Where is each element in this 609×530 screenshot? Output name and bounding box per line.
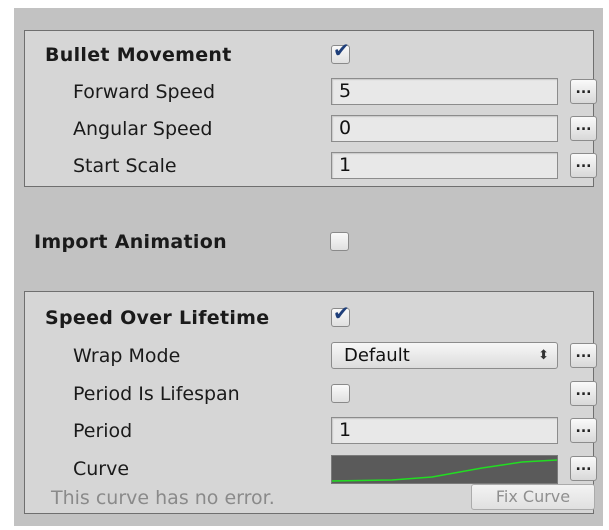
- wrap-mode-label: Wrap Mode: [73, 345, 181, 367]
- bullet-movement-header: Bullet Movement ✔: [25, 39, 593, 69]
- curve-line: [332, 459, 557, 482]
- angular-speed-label: Angular Speed: [73, 118, 213, 140]
- forward-speed-row: Forward Speed 5 ...: [25, 76, 597, 106]
- period-label: Period: [73, 420, 133, 442]
- curve-label: Curve: [73, 458, 130, 480]
- wrap-mode-more-button[interactable]: ...: [570, 343, 597, 368]
- period-is-lifespan-toggle[interactable]: [331, 384, 350, 403]
- forward-speed-label: Forward Speed: [73, 81, 216, 103]
- start-scale-more-button[interactable]: ...: [570, 153, 597, 178]
- angular-speed-input[interactable]: 0: [331, 115, 558, 142]
- speed-over-lifetime-header: Speed Over Lifetime ✔: [25, 302, 593, 332]
- period-is-lifespan-label: Period Is Lifespan: [73, 383, 240, 405]
- canvas: Bullet Movement ✔ Forward Speed 5 ... An…: [0, 0, 609, 530]
- bullet-movement-title: Bullet Movement: [45, 44, 232, 66]
- import-animation-row: Import Animation: [24, 226, 594, 258]
- curve-field[interactable]: [331, 455, 558, 484]
- forward-speed-more-button[interactable]: ...: [570, 79, 597, 104]
- start-scale-label: Start Scale: [73, 155, 177, 177]
- curve-status-text: This curve has no error.: [51, 487, 275, 509]
- fix-curve-button[interactable]: Fix Curve: [471, 484, 595, 510]
- speed-over-lifetime-toggle[interactable]: ✔: [331, 303, 350, 327]
- start-scale-input[interactable]: 1: [331, 152, 558, 179]
- bullet-movement-section: Bullet Movement ✔ Forward Speed 5 ... An…: [24, 30, 597, 187]
- bullet-movement-toggle[interactable]: ✔: [331, 40, 350, 64]
- inspector-panel: Bullet Movement ✔ Forward Speed 5 ... An…: [14, 8, 603, 526]
- import-animation-toggle[interactable]: [330, 232, 349, 251]
- angular-speed-more-button[interactable]: ...: [570, 116, 597, 141]
- period-is-lifespan-more-button[interactable]: ...: [570, 381, 597, 406]
- speed-over-lifetime-section: Speed Over Lifetime ✔ Wrap Mode Default …: [24, 291, 597, 514]
- curve-row: Curve ...: [25, 453, 597, 484]
- forward-speed-input[interactable]: 5: [331, 78, 558, 105]
- period-is-lifespan-row: Period Is Lifespan ...: [25, 378, 597, 408]
- speed-over-lifetime-title: Speed Over Lifetime: [45, 307, 270, 329]
- period-row: Period 1 ...: [25, 415, 597, 445]
- curve-preview: [332, 459, 557, 482]
- start-scale-row: Start Scale 1 ...: [25, 150, 597, 180]
- wrap-mode-selected: Default: [344, 345, 410, 366]
- period-more-button[interactable]: ...: [570, 418, 597, 443]
- curve-more-button[interactable]: ...: [570, 456, 597, 481]
- dropdown-arrow-icon: ⬍: [538, 348, 549, 363]
- check-icon: ✔: [333, 38, 350, 62]
- wrap-mode-dropdown[interactable]: Default ⬍: [331, 342, 558, 369]
- angular-speed-row: Angular Speed 0 ...: [25, 113, 597, 143]
- check-icon: ✔: [333, 301, 350, 325]
- import-animation-title: Import Animation: [34, 231, 227, 253]
- wrap-mode-row: Wrap Mode Default ⬍ ...: [25, 340, 597, 370]
- period-input[interactable]: 1: [331, 417, 558, 444]
- curve-status-row: This curve has no error. Fix Curve: [25, 481, 595, 511]
